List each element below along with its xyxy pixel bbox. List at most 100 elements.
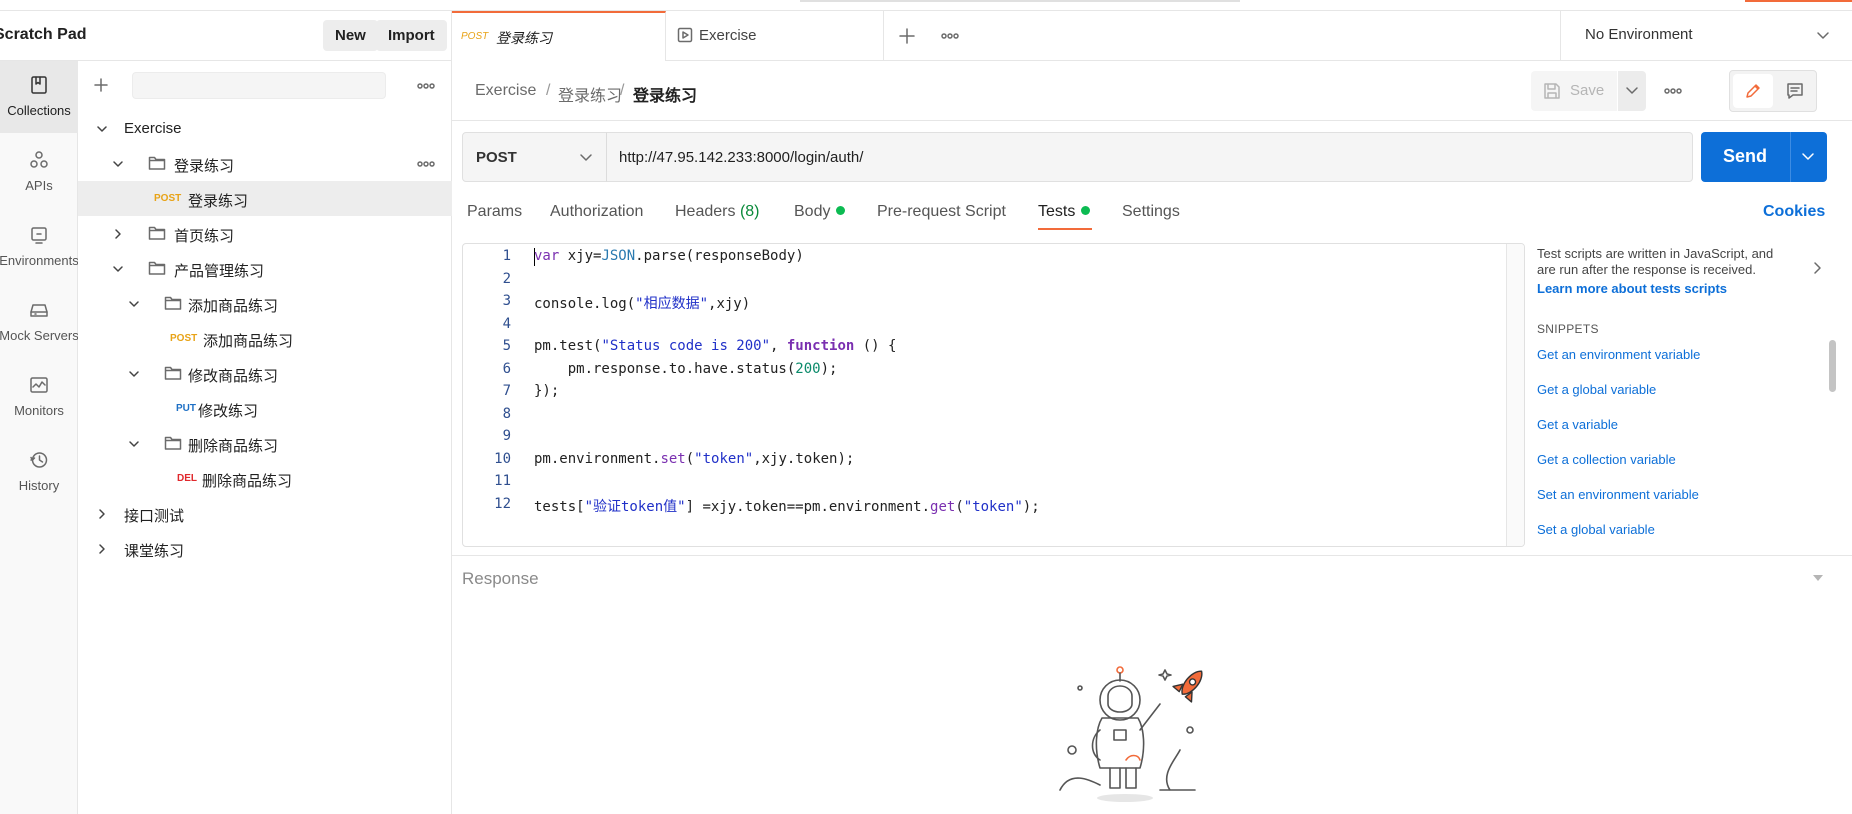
sidebar-rail: Collections APIs Environments Mock Serve… xyxy=(0,61,79,814)
tree-item-label: 产品管理练习 xyxy=(174,263,265,280)
snippet-link[interactable]: Get a global variable xyxy=(1537,382,1656,397)
tree-item-collection[interactable]: 接口测试 xyxy=(78,496,452,531)
code-line: tests["验证token值"] =xjy.token==pm.environ… xyxy=(534,499,1040,515)
environments-icon xyxy=(31,227,47,244)
status-dot xyxy=(836,206,846,215)
tab-settings[interactable]: Settings xyxy=(1122,203,1180,221)
snippets-scrollbar[interactable] xyxy=(1827,243,1837,547)
tree-folder[interactable]: 修改商品练习 xyxy=(78,356,452,391)
breadcrumb: Exercise / 登录练习 / 登录练习 Save xyxy=(452,61,1852,121)
tree-request[interactable]: POST 登录练习 xyxy=(78,181,452,216)
snippets-intro: are run after the response is received. xyxy=(1537,262,1756,277)
learn-more-link[interactable]: Learn more about tests scripts xyxy=(1537,281,1727,296)
tree-item-collection[interactable]: 课堂练习 xyxy=(78,531,452,566)
more-options-icon[interactable] xyxy=(417,161,435,167)
editor-scrollbar[interactable] xyxy=(1506,244,1524,546)
tab-params[interactable]: Params xyxy=(467,203,522,221)
view-toggle xyxy=(1729,70,1817,112)
new-button[interactable]: New xyxy=(323,20,378,51)
chevron-down-icon xyxy=(129,301,139,307)
snippet-link[interactable]: Set a global variable xyxy=(1537,522,1655,537)
code-editor[interactable]: 1 2 3 4 5 6 7 8 9 10 11 12 var xjy=JSON.… xyxy=(462,243,1525,547)
snippet-link[interactable]: Set an environment variable xyxy=(1537,487,1699,502)
snippet-link[interactable]: Get a variable xyxy=(1537,417,1618,432)
tree-toolbar xyxy=(78,61,452,111)
line-number: 10 xyxy=(494,451,511,467)
tree-folder[interactable]: 首页练习 xyxy=(78,216,452,251)
save-button[interactable]: Save xyxy=(1531,71,1617,111)
line-number: 7 xyxy=(502,383,511,399)
folder-icon xyxy=(148,156,166,170)
comments-button[interactable] xyxy=(1775,74,1815,108)
breadcrumb-collection[interactable]: Exercise xyxy=(475,82,536,100)
environment-select[interactable]: No Environment xyxy=(1560,11,1852,61)
snippet-link[interactable]: Get a collection variable xyxy=(1537,452,1676,467)
rail-item-collections[interactable]: Collections xyxy=(0,61,78,133)
history-icon xyxy=(30,452,48,468)
snippets-heading: SNIPPETS xyxy=(1537,322,1599,336)
response-section[interactable]: Response xyxy=(452,555,1852,599)
search-input[interactable] xyxy=(132,72,386,99)
chevron-down-icon xyxy=(129,441,139,447)
tab-body[interactable]: Body xyxy=(794,203,846,221)
rail-item-history[interactable]: History xyxy=(0,436,78,508)
tab-prerequest[interactable]: Pre-request Script xyxy=(877,203,1006,221)
edit-mode-button[interactable] xyxy=(1733,74,1773,108)
tree-request[interactable]: DEL 删除商品练习 xyxy=(78,461,452,496)
snippet-link[interactable]: Get an environment variable xyxy=(1537,347,1700,362)
import-button[interactable]: Import xyxy=(376,20,447,51)
line-number: 1 xyxy=(502,248,511,264)
tab-options-icon[interactable] xyxy=(941,33,959,39)
rail-item-monitors[interactable]: Monitors xyxy=(0,361,78,433)
collapse-triangle-icon[interactable] xyxy=(1812,574,1824,582)
method-select[interactable]: POST xyxy=(462,132,607,182)
tree-item-label: 删除商品练习 xyxy=(188,438,279,455)
folder-icon xyxy=(148,261,166,275)
plus-icon[interactable] xyxy=(93,77,109,93)
rail-item-apis[interactable]: APIs xyxy=(0,136,78,208)
response-label: Response xyxy=(462,569,539,588)
tab-exercise[interactable]: Exercise xyxy=(666,11,884,61)
chevron-right-icon xyxy=(99,544,105,554)
chevron-down-icon xyxy=(580,154,592,161)
cookies-link[interactable]: Cookies xyxy=(1763,203,1825,221)
new-tab-plus-icon[interactable] xyxy=(898,27,916,45)
chevron-down-icon xyxy=(113,266,123,272)
breadcrumb-folder[interactable]: 登录练习 xyxy=(558,82,622,106)
save-dropdown-button[interactable] xyxy=(1618,71,1646,111)
tree-item-label: 登录练习 xyxy=(174,158,235,175)
request-options-icon[interactable] xyxy=(1664,88,1682,94)
send-button[interactable]: Send xyxy=(1701,132,1827,182)
tree-item-label: 添加商品练习 xyxy=(203,333,294,350)
headers-count: (8) xyxy=(739,203,760,220)
method-badge: POST xyxy=(154,193,182,204)
tree-item-label: Exercise xyxy=(124,120,182,137)
tree-folder[interactable]: 删除商品练习 xyxy=(78,426,452,461)
tree-item-exercise[interactable]: Exercise xyxy=(78,111,452,146)
tab-login-request[interactable]: POST 登录练习 xyxy=(452,11,666,61)
chevron-right-icon xyxy=(99,509,105,519)
tab-authorization[interactable]: Authorization xyxy=(550,203,643,221)
chevron-right-icon[interactable] xyxy=(1813,261,1823,275)
tab-tests[interactable]: Tests xyxy=(1038,203,1091,221)
tree-request[interactable]: PUT 修改练习 xyxy=(78,391,452,426)
rail-item-environments[interactable]: Environments xyxy=(0,211,79,283)
headers-label: Headers xyxy=(675,203,736,220)
tree-folder[interactable]: 添加商品练习 xyxy=(78,286,452,321)
code-line: pm.test("Status code is 200", function (… xyxy=(534,338,897,354)
line-number: 3 xyxy=(502,293,511,309)
collections-icon xyxy=(31,76,47,94)
tree-item-label: 首页练习 xyxy=(174,228,235,245)
tab-headers[interactable]: Headers (8) xyxy=(675,203,760,221)
send-options-chevron-icon[interactable] xyxy=(1801,151,1815,163)
rail-item-mock-servers[interactable]: Mock Servers xyxy=(0,286,79,358)
more-options-icon[interactable] xyxy=(417,83,435,89)
chevron-down-icon xyxy=(129,371,139,377)
url-input[interactable]: http://47.95.142.233:8000/login/auth/ xyxy=(606,132,1693,182)
apis-icon xyxy=(30,151,48,168)
tree-folder[interactable]: 产品管理练习 xyxy=(78,251,452,286)
tree-folder[interactable]: 登录练习 xyxy=(78,146,452,181)
status-dot xyxy=(1081,206,1091,215)
tree-request[interactable]: POST 添加商品练习 xyxy=(78,321,452,356)
tree-item-label: 删除商品练习 xyxy=(202,473,293,490)
